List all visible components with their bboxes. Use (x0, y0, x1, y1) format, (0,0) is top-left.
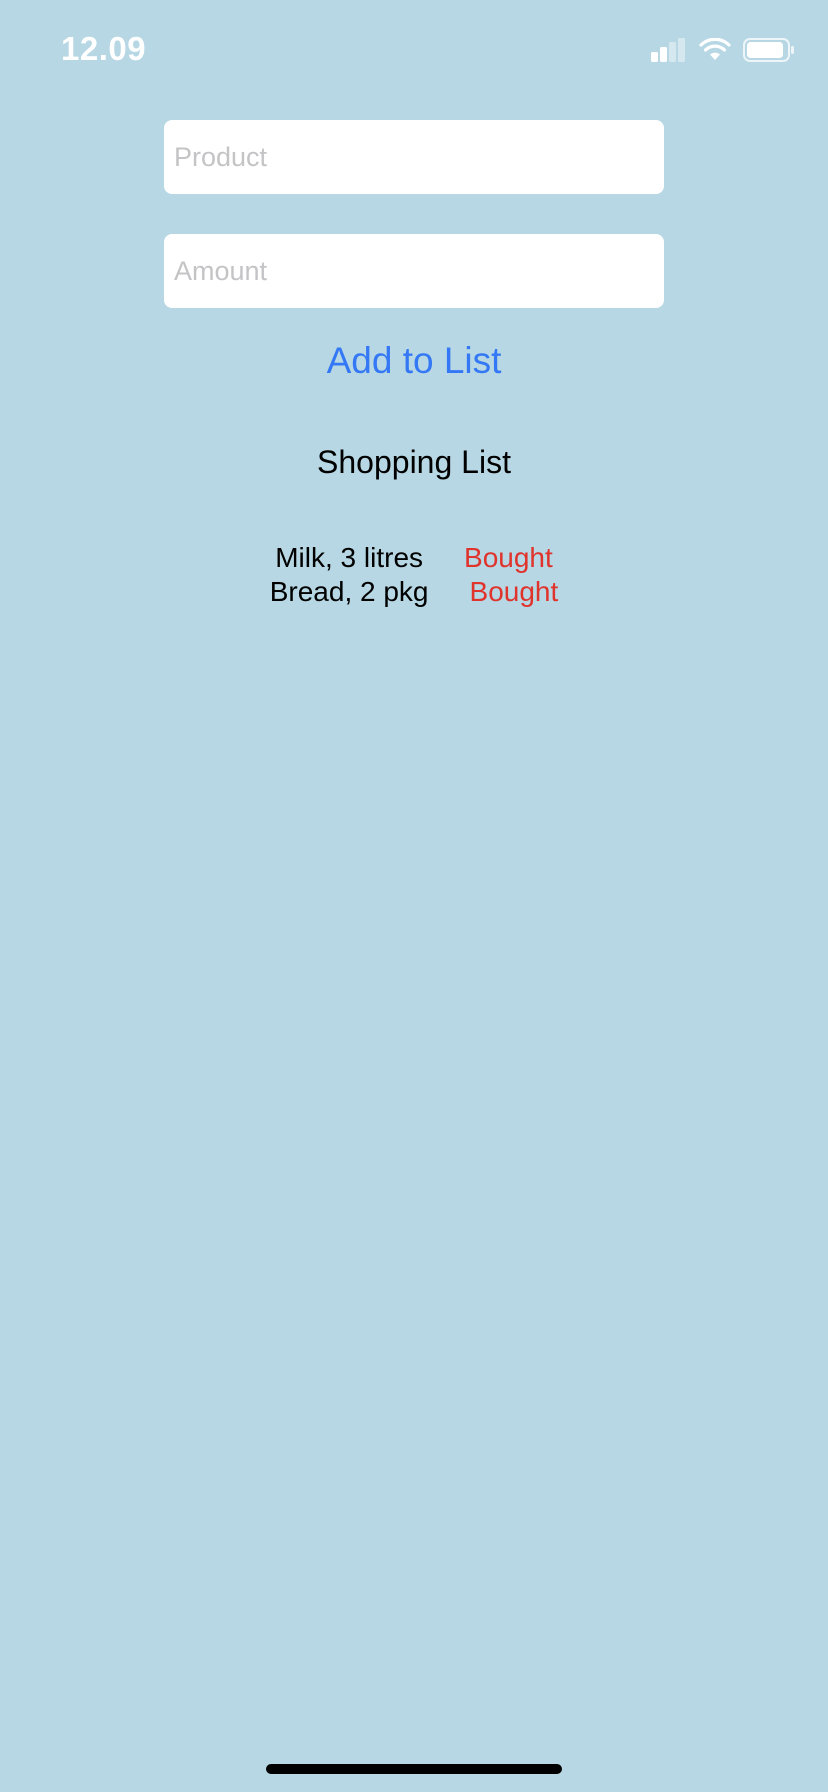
list-item: Bread, 2 pkg Bought (0, 575, 828, 609)
list-item-text: Bread, 2 pkg (269, 576, 429, 607)
amount-input[interactable] (164, 234, 664, 308)
add-to-list-button[interactable]: Add to List (0, 340, 828, 382)
status-icons (651, 35, 795, 65)
bought-button[interactable]: Bought (464, 542, 553, 574)
cellular-signal-icon (651, 38, 685, 62)
product-input[interactable] (164, 120, 664, 194)
home-indicator[interactable] (266, 1764, 562, 1774)
list-item: Milk, 3 litres Bought (0, 541, 828, 575)
bought-button[interactable]: Bought (470, 576, 559, 608)
battery-icon (743, 38, 794, 62)
status-time: 12.09 (61, 30, 147, 67)
list-title: Shopping List (317, 444, 511, 480)
status-bar: 12.09 (0, 0, 828, 100)
list-item-text: Milk, 3 litres (275, 542, 424, 573)
shopping-list: Milk, 3 litres Bought Bread, 2 pkg Bough… (0, 541, 828, 609)
wifi-icon (699, 38, 731, 60)
